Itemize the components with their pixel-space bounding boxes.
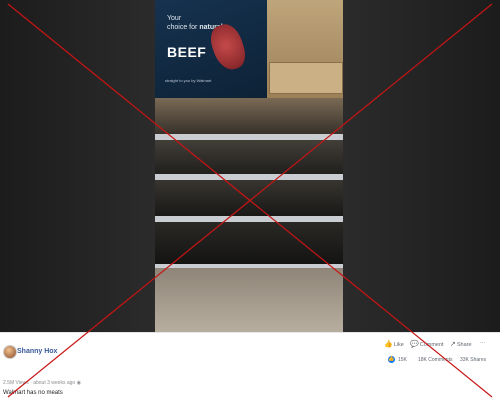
share-count[interactable]: 33K Shares (460, 357, 486, 363)
comment-count[interactable]: 18K Comments (418, 357, 452, 363)
video-letterbox-left (0, 0, 155, 332)
video-player[interactable]: Your choice for natural BEEF straight to… (0, 0, 500, 332)
post-meta: 2.5M Views · about 3 weeks ago ◉ (3, 380, 81, 386)
shelf-edge (155, 216, 343, 222)
like-label: Like (393, 342, 404, 348)
wall-panel (269, 62, 343, 94)
globe-icon: ◉ (76, 380, 81, 386)
reaction-count[interactable]: 15K (398, 357, 407, 363)
sign-tagline: straight to you by Walmart (165, 78, 212, 83)
sign-title: BEEF (167, 44, 207, 60)
shelf-edge (155, 134, 343, 140)
like-button[interactable]: 👍Like (384, 340, 404, 348)
video-letterbox-right (343, 0, 500, 332)
post-caption: Walmart has no meats (3, 390, 63, 396)
comment-label: Comment (419, 342, 444, 348)
view-count: 2.5M Views (3, 380, 29, 386)
comment-icon: 💬 (410, 341, 419, 348)
share-button[interactable]: ↗Share (450, 340, 472, 348)
beef-sign: Your choice for natural BEEF straight to… (155, 0, 267, 98)
share-label: Share (456, 342, 472, 348)
store-floor (155, 268, 343, 332)
empty-shelf (155, 138, 343, 178)
thumbs-up-icon: 👍 (384, 341, 393, 348)
avatar[interactable] (3, 345, 17, 359)
empty-shelf (155, 178, 343, 220)
steak-image (206, 20, 250, 74)
empty-shelf (155, 98, 343, 138)
empty-shelf (155, 220, 343, 268)
more-icon: ··· (480, 340, 486, 346)
video-frame: Your choice for natural BEEF straight to… (155, 0, 343, 332)
shelf-edge (155, 174, 343, 180)
share-icon: ↗ (450, 341, 456, 348)
like-reaction-icon: 👍 (388, 356, 395, 363)
author-name-link[interactable]: Shanny Hox (17, 348, 57, 355)
comment-button[interactable]: 💬Comment (410, 340, 444, 348)
more-options-button[interactable]: ··· (480, 340, 486, 346)
meta-separator: · (30, 380, 32, 386)
post-timestamp[interactable]: about 3 weeks ago (33, 380, 75, 386)
sign-line-2: choice for (167, 24, 198, 31)
sign-line-1: Your (167, 15, 182, 22)
